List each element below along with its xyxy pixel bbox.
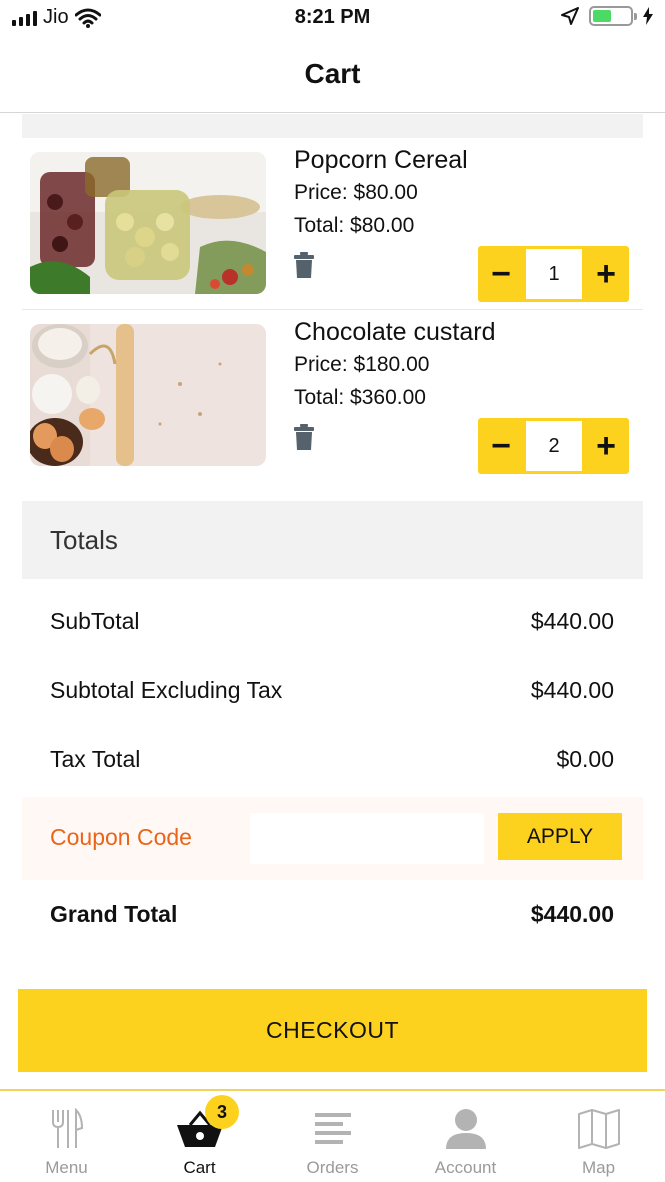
decrease-quantity-button[interactable]: − xyxy=(478,418,524,474)
quantity-value[interactable]: 1 xyxy=(526,249,582,299)
increase-quantity-button[interactable]: + xyxy=(583,418,629,474)
fork-knife-icon xyxy=(0,1105,133,1153)
basket-icon xyxy=(133,1105,266,1153)
trash-icon[interactable] xyxy=(294,252,314,278)
list-top-divider xyxy=(22,114,643,138)
jars-of-olives-image xyxy=(30,152,266,294)
item-price: Price: $180.00 xyxy=(294,353,430,376)
tab-label: Menu xyxy=(45,1158,88,1177)
coupon-section: Coupon Code APPLY xyxy=(22,797,643,880)
increase-quantity-button[interactable]: + xyxy=(583,246,629,302)
status-bar: Jio 8:21 PM xyxy=(0,0,665,36)
tab-label: Account xyxy=(434,1158,497,1177)
item-total: Total: $80.00 xyxy=(294,214,415,237)
subtotal-row: SubTotal $440.00 xyxy=(22,592,643,652)
tax-total-label: Tax Total xyxy=(50,746,141,772)
grand-total-value: $440.00 xyxy=(530,901,614,927)
cart-count-badge: 3 xyxy=(205,1095,239,1129)
subtotal-excluding-tax-row: Subtotal Excluding Tax $440.00 xyxy=(22,661,643,721)
subtotal-value: $440.00 xyxy=(530,608,614,634)
subtotal-excluding-tax-value: $440.00 xyxy=(530,677,614,703)
item-price: Price: $80.00 xyxy=(294,181,418,204)
person-icon xyxy=(399,1105,532,1153)
battery-icon xyxy=(589,6,637,26)
tab-label: Orders xyxy=(306,1158,359,1177)
list-icon xyxy=(266,1105,399,1153)
map-icon xyxy=(532,1105,665,1153)
quantity-stepper: − 2 + xyxy=(478,418,629,474)
location-arrow-icon xyxy=(561,7,579,25)
grand-total-label: Grand Total xyxy=(50,901,178,927)
trash-icon[interactable] xyxy=(294,424,314,450)
tab-label: Map xyxy=(581,1158,616,1177)
tab-menu[interactable]: Menu xyxy=(0,1091,133,1182)
tab-map[interactable]: Map xyxy=(532,1091,665,1182)
cart-item: Chocolate custard Price: $180.00 Total: … xyxy=(22,310,643,482)
tab-label: Cart xyxy=(183,1158,216,1177)
apply-coupon-button[interactable]: APPLY xyxy=(498,813,622,860)
item-name: Popcorn Cereal xyxy=(294,146,468,174)
coupon-code-label: Coupon Code xyxy=(50,824,192,850)
item-name: Chocolate custard xyxy=(294,318,496,346)
charging-bolt-icon xyxy=(643,7,653,25)
page-title: Cart xyxy=(304,58,361,89)
totals-heading: Totals xyxy=(50,525,118,555)
subtotal-label: SubTotal xyxy=(50,608,140,634)
quantity-stepper: − 1 + xyxy=(478,246,629,302)
totals-header: Totals xyxy=(22,501,643,579)
tax-total-row: Tax Total $0.00 xyxy=(22,730,643,790)
tab-cart[interactable]: 3 Cart xyxy=(133,1091,266,1182)
baking-ingredients-image xyxy=(30,324,266,466)
coupon-code-input[interactable] xyxy=(250,813,484,864)
grand-total-row: Grand Total $440.00 xyxy=(22,885,643,945)
item-total: Total: $360.00 xyxy=(294,386,426,409)
subtotal-excluding-tax-label: Subtotal Excluding Tax xyxy=(50,677,283,703)
checkout-button[interactable]: CHECKOUT xyxy=(18,989,647,1072)
cart-item: Popcorn Cereal Price: $80.00 Total: $80.… xyxy=(22,138,643,310)
status-right xyxy=(561,6,653,26)
tab-bar: Menu 3 Cart Orders Account Map xyxy=(0,1089,665,1182)
navigation-header: Cart xyxy=(0,36,665,113)
quantity-value[interactable]: 2 xyxy=(526,421,582,471)
tax-total-value: $0.00 xyxy=(556,746,614,772)
decrease-quantity-button[interactable]: − xyxy=(478,246,524,302)
tab-account[interactable]: Account xyxy=(399,1091,532,1182)
tab-orders[interactable]: Orders xyxy=(266,1091,399,1182)
